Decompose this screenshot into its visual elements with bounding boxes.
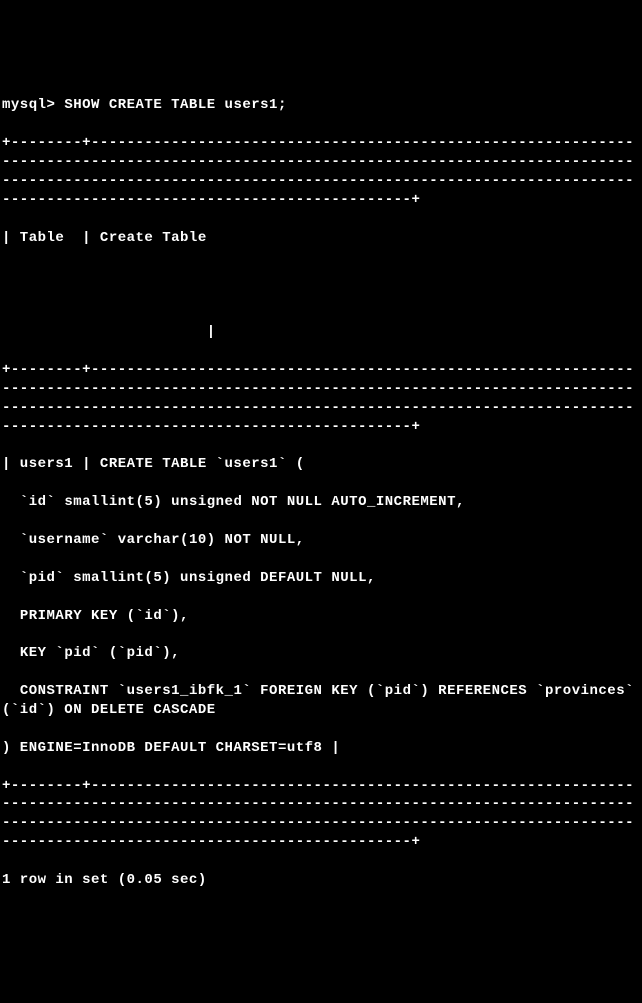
separator-mid: +--------+------------------------------… [2, 361, 642, 437]
engine-line: ) ENGINE=InnoDB DEFAULT CHARSET=utf8 | [2, 739, 642, 758]
mysql-terminal-output: mysql> SHOW CREATE TABLE users1; +------… [0, 76, 642, 909]
key-pid: KEY `pid` (`pid`), [2, 644, 642, 663]
header-tail: | [2, 323, 642, 342]
create-table-row: | users1 | CREATE TABLE `users1` ( [2, 455, 642, 474]
column-def-pid: `pid` smallint(5) unsigned DEFAULT NULL, [2, 569, 642, 588]
header-row: | Table | Create Table [2, 229, 642, 248]
separator-top: +--------+------------------------------… [2, 134, 642, 210]
constraint-fk: CONSTRAINT `users1_ibfk_1` FOREIGN KEY (… [2, 682, 642, 720]
command-line[interactable]: mysql> SHOW CREATE TABLE users1; [2, 96, 642, 115]
prompt: mysql> [2, 97, 64, 113]
column-def-username: `username` varchar(10) NOT NULL, [2, 531, 642, 550]
separator-bottom: +--------+------------------------------… [2, 777, 642, 853]
primary-key: PRIMARY KEY (`id`), [2, 607, 642, 626]
result-footer: 1 row in set (0.05 sec) [2, 871, 642, 890]
sql-command: SHOW CREATE TABLE users1; [64, 97, 287, 113]
column-def-id: `id` smallint(5) unsigned NOT NULL AUTO_… [2, 493, 642, 512]
